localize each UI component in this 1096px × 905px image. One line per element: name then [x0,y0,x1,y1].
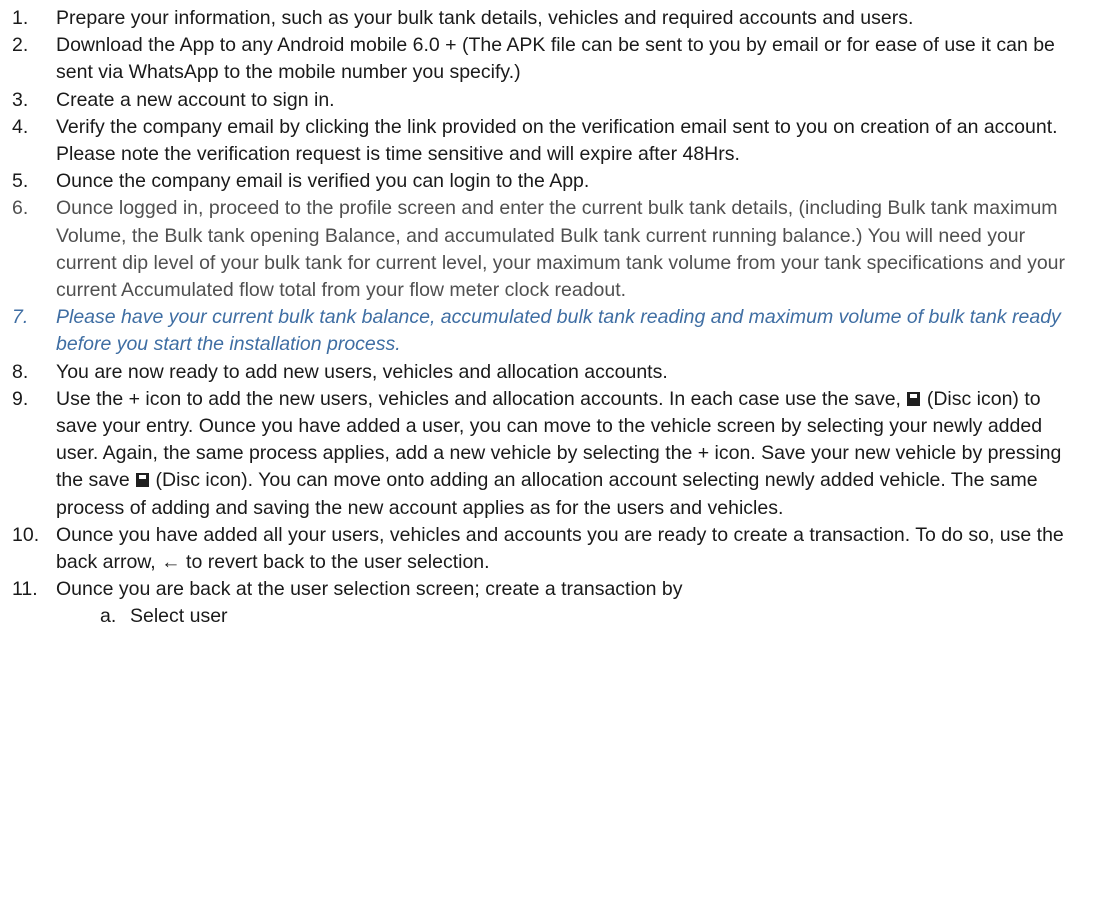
list-item: 10. Ounce you have added all your users,… [12,522,1076,576]
sub-item-text: Select user [130,605,228,628]
sub-item-letter: a. [100,605,117,628]
item-number: 4. [12,115,29,138]
item-number: 10. [12,523,40,546]
item-text: Create a new account to sign in. [56,88,335,111]
item-number: 7. [12,306,29,329]
item-text: Ounce you are back at the user selection… [56,578,683,601]
item-text: You are now ready to add new users, vehi… [56,360,668,383]
item-text: Ounce you have added all your users, veh… [56,522,1076,576]
list-item: 8. You are now ready to add new users, v… [12,359,1076,386]
item-number: 2. [12,34,29,57]
item-text: Prepare your information, such as your b… [56,7,914,29]
list-item: 2. Download the App to any Android mobil… [12,32,1076,86]
item-number: 8. [12,360,29,383]
item-number: 6. [12,197,29,220]
item-number: 11. [12,578,38,601]
item-number: 9. [12,387,29,410]
item-number: 1. [12,7,29,29]
item-text-part: to revert back to the user selection. [180,551,490,574]
item-text: Please have your current bulk tank balan… [56,306,1061,356]
item-text: Download the App to any Android mobile 6… [56,34,1055,84]
list-item: 3. Create a new account to sign in. [12,87,1076,114]
item-text: Use the + icon to add the new users, veh… [56,386,1076,522]
item-number: 3. [12,88,29,111]
item-text-part: Use the + icon to add the new users, veh… [56,387,907,410]
item-text: Ounce the company email is verified you … [56,170,590,193]
list-item: 4. Verify the company email by clicking … [12,114,1076,168]
save-disc-icon [136,473,150,488]
back-arrow-icon: ← [161,551,181,574]
document-body: 1. Prepare your information, such as you… [0,0,1096,631]
list-item: 1. Prepare your information, such as you… [12,5,1076,32]
sub-list-item: a. Select user [12,603,1076,630]
list-item: 6. Ounce logged in, proceed to the profi… [12,195,1076,304]
save-disc-icon [907,391,921,406]
list-item: 5. Ounce the company email is verified y… [12,168,1076,195]
item-text-part: (Disc icon). You can move onto adding an… [56,469,1038,519]
item-text: Ounce logged in, proceed to the profile … [56,195,1076,304]
item-number: 5. [12,170,29,193]
item-text: Verify the company email by clicking the… [56,115,1058,166]
list-item: 9. Use the + icon to add the new users, … [12,386,1076,522]
list-item-note: 7. Please have your current bulk tank ba… [12,304,1076,358]
list-item: 11. Ounce you are back at the user selec… [12,576,1076,603]
